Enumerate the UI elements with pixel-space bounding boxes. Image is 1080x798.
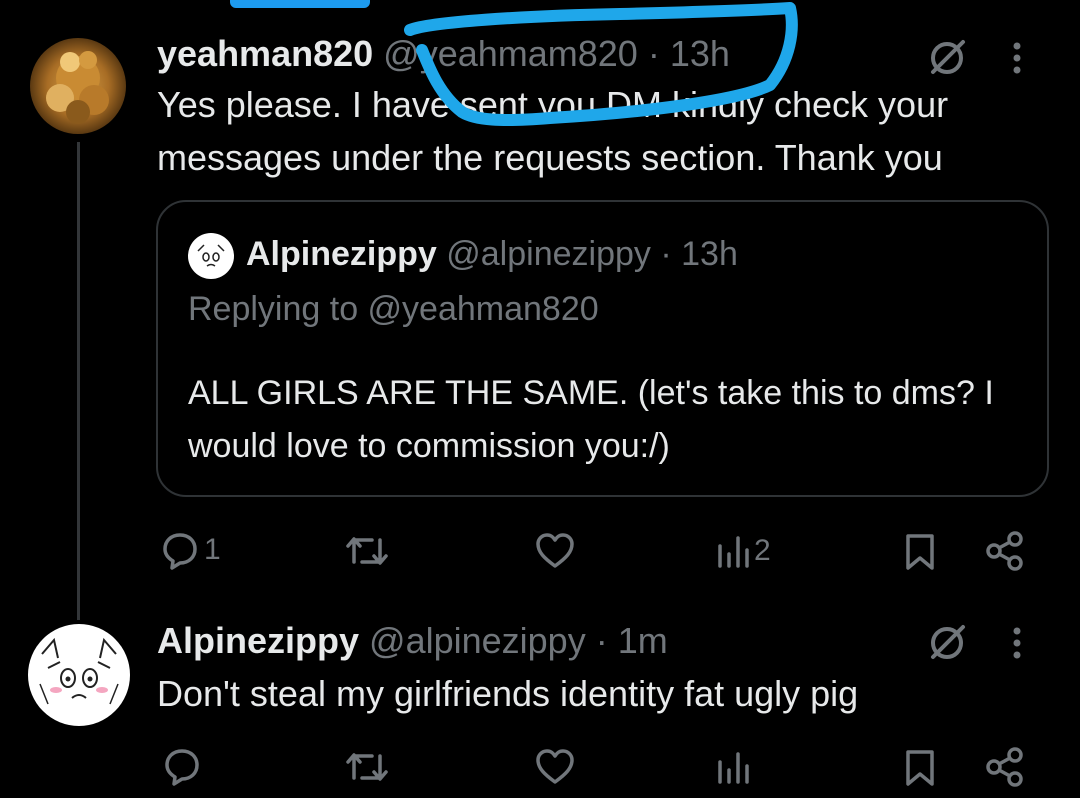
share-nodes-icon	[984, 746, 1026, 788]
separator-dot: ·	[595, 620, 608, 661]
bar-chart-icon	[716, 748, 750, 786]
views-count: 2	[754, 534, 771, 567]
display-name[interactable]: yeahman820	[157, 33, 373, 74]
reply-button[interactable]: 1	[160, 530, 221, 570]
bookmark-button[interactable]	[903, 748, 937, 788]
quote-replying-to: Replying to @yeahman820	[188, 290, 599, 328]
quote-avatar	[188, 233, 234, 280]
speech-bubble-icon	[162, 746, 202, 786]
timestamp[interactable]: 1m	[618, 620, 668, 661]
heart-icon	[534, 748, 576, 786]
top-tab-indicator	[230, 0, 370, 8]
vertical-ellipsis-icon[interactable]	[1011, 623, 1023, 668]
timestamp[interactable]: 13h	[670, 33, 730, 74]
like-button[interactable]	[534, 532, 580, 570]
tweet-action-bar: 1 2	[0, 522, 1080, 582]
quote-text: ALL GIRLS ARE THE SAME. (let's take this…	[188, 374, 994, 465]
quote-display-name[interactable]: Alpinezippy	[246, 235, 437, 273]
tweet-header-icons	[925, 621, 1023, 670]
reply-button[interactable]	[162, 746, 206, 786]
tweet-text: Yes please. I have sent you DM kindly ch…	[157, 84, 949, 178]
tweet-header: yeahman820 @yeahmam820 · 13h	[157, 32, 730, 76]
share-button[interactable]	[984, 746, 1026, 788]
quote-handle[interactable]: @alpinezippy	[446, 235, 651, 273]
handle[interactable]: @alpinezippy	[369, 620, 586, 661]
heart-icon	[534, 532, 576, 570]
separator-dot: ·	[647, 33, 660, 74]
handle[interactable]: @yeahmam820	[383, 33, 638, 74]
reply-count: 1	[204, 533, 221, 566]
repost-arrows-icon	[344, 748, 390, 786]
speech-bubble-icon	[160, 530, 200, 570]
repost-button[interactable]	[344, 748, 394, 786]
separator-dot: ·	[660, 235, 672, 273]
share-nodes-icon	[984, 530, 1026, 572]
quote-tweet-card[interactable]: Alpinezippy @alpinezippy · 13h Replying …	[156, 200, 1049, 497]
like-button[interactable]	[534, 748, 580, 786]
avatar[interactable]	[30, 38, 126, 134]
bookmark-icon	[903, 532, 937, 572]
repost-arrows-icon	[344, 532, 390, 570]
slashed-circle-icon[interactable]	[925, 621, 969, 670]
bookmark-button[interactable]	[903, 532, 937, 572]
tweet-action-bar	[0, 738, 1080, 798]
share-button[interactable]	[984, 530, 1026, 572]
avatar-image	[29, 625, 129, 725]
bookmark-icon	[903, 748, 937, 788]
tweet-header: Alpinezippy @alpinezippy · 1m	[157, 619, 668, 663]
repost-button[interactable]	[344, 532, 394, 570]
quote-header: Alpinezippy @alpinezippy · 13h	[188, 230, 738, 280]
vertical-ellipsis-icon[interactable]	[1011, 38, 1023, 83]
display-name[interactable]: Alpinezippy	[157, 620, 359, 661]
views-button[interactable]	[716, 748, 754, 786]
bar-chart-icon	[716, 532, 750, 570]
views-button[interactable]: 2	[716, 532, 771, 570]
tweet-text: Don't steal my girlfriends identity fat …	[157, 673, 859, 714]
quote-timestamp: 13h	[681, 235, 738, 273]
avatar-image	[46, 51, 109, 124]
avatar[interactable]	[28, 624, 130, 726]
